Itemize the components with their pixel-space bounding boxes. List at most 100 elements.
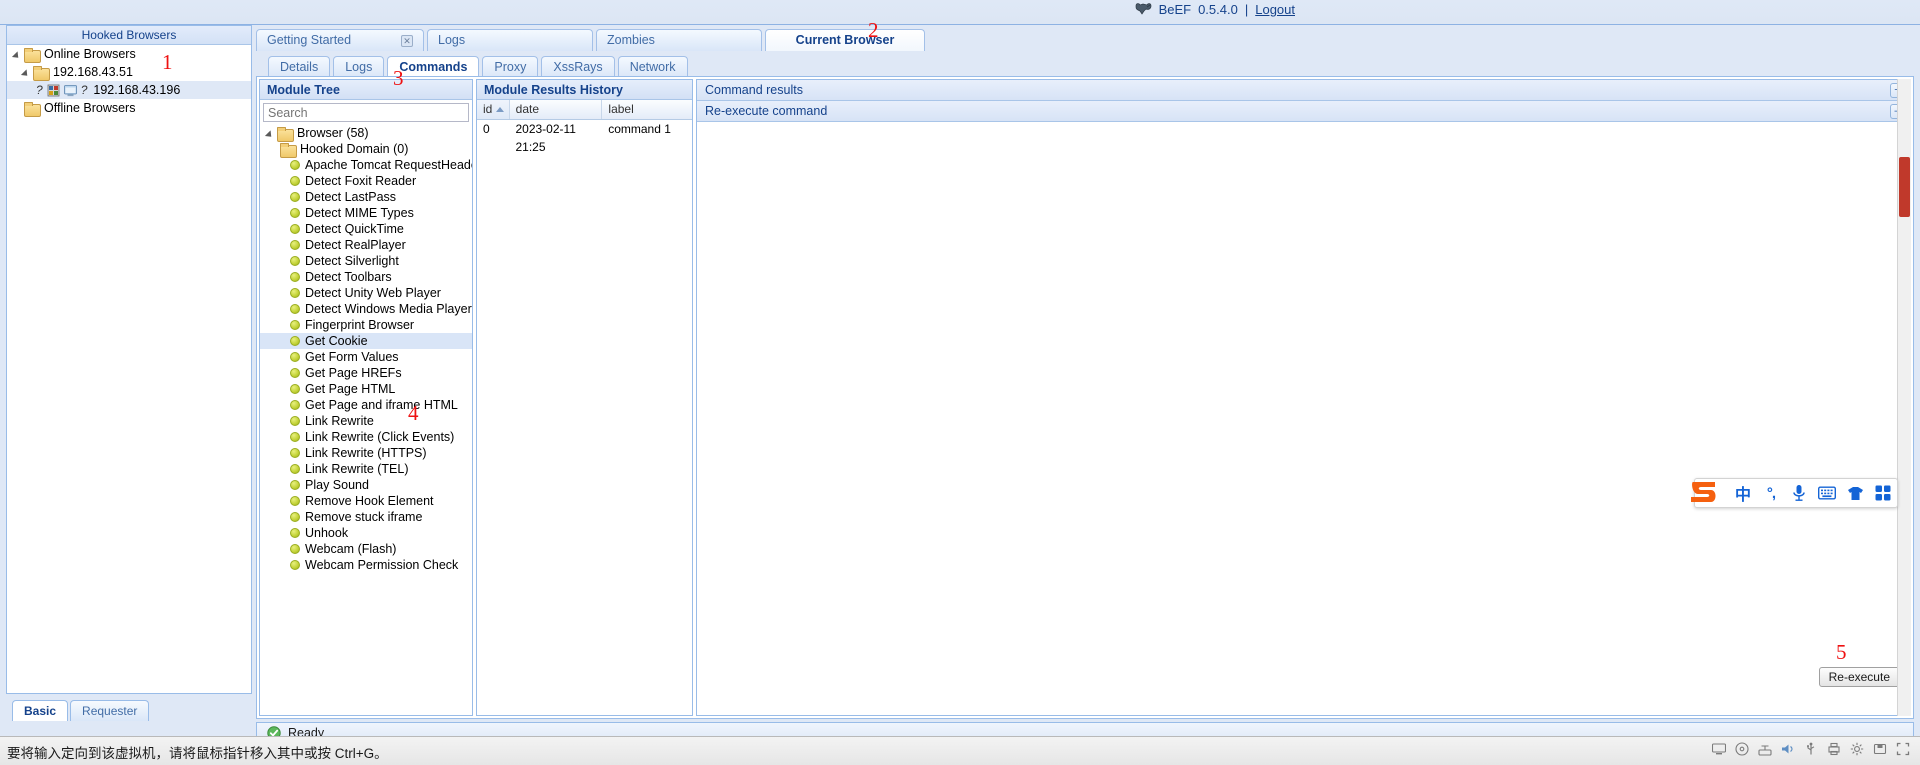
tab-logs[interactable]: Logs [427, 29, 593, 51]
sound-icon[interactable] [1781, 742, 1795, 756]
chinese-mode-icon[interactable]: 中 [1729, 479, 1757, 507]
module-tree-item[interactable]: Remove stuck iframe [260, 509, 472, 525]
content-vertical-scrollbar[interactable] [1897, 79, 1911, 716]
module-tree-item-label: Detect RealPlayer [305, 238, 406, 252]
module-tree-item-label: Get Cookie [305, 334, 368, 348]
module-tree-item[interactable]: Detect Windows Media Player [260, 301, 472, 317]
disc-icon[interactable] [1735, 742, 1749, 756]
beef-version: 0.5.4.0 [1198, 2, 1238, 17]
module-tree-item[interactable]: Detect Toolbars [260, 269, 472, 285]
network-icon[interactable] [1758, 742, 1772, 756]
tab-requester-label: Requester [82, 704, 138, 718]
apps-grid-icon[interactable] [1869, 479, 1897, 507]
module-tree-item[interactable]: Fingerprint Browser [260, 317, 472, 333]
tab-getting-started-label: Getting Started [267, 33, 352, 47]
expand-triangle-icon[interactable] [264, 127, 277, 140]
tab-basic-label: Basic [24, 704, 57, 718]
settings-icon[interactable] [1850, 742, 1864, 756]
module-tree-item[interactable]: Link Rewrite (TEL) [260, 461, 472, 477]
column-header-id[interactable]: id [477, 100, 510, 119]
usb-icon[interactable] [1804, 742, 1818, 756]
table-row[interactable]: 0 2023-02-11 21:25 command 1 [477, 120, 692, 154]
module-tree-item[interactable]: Remove Hook Element [260, 493, 472, 509]
close-icon[interactable]: ✕ [401, 34, 413, 47]
module-tree-item[interactable]: Link Rewrite (HTTPS) [260, 445, 472, 461]
beef-branding: BeEF 0.5.4.0 | Logout [1135, 2, 1295, 17]
module-tree-item[interactable]: Get Form Values [260, 349, 472, 365]
module-status-dot-icon [290, 208, 300, 218]
header-separator: | [1244, 2, 1249, 17]
subtab-details[interactable]: Details [268, 56, 331, 77]
tree-node-hooked-browser[interactable]: ? ? 192.168.43.196 [7, 81, 251, 99]
hooked-browsers-panel: Hooked Browsers Online Browsers 192.168.… [6, 25, 252, 694]
module-tree-item[interactable]: Unhook [260, 525, 472, 541]
module-tree-item-label: Unhook [305, 526, 349, 540]
subtab-xssrays[interactable]: XssRays [541, 56, 615, 77]
module-tree-item[interactable]: Link Rewrite [260, 413, 472, 429]
hooked-browsers-tree[interactable]: Online Browsers 192.168.43.51 ? ? 192.16… [7, 45, 251, 693]
search-input[interactable] [263, 103, 469, 122]
subtab-commands[interactable]: Commands [387, 56, 480, 77]
module-tree-item[interactable]: Detect QuickTime [260, 221, 472, 237]
module-status-dot-icon [290, 256, 300, 266]
tree-node-online-browsers[interactable]: Online Browsers [7, 45, 251, 63]
expand-triangle-icon[interactable] [20, 66, 33, 79]
sogou-logo-icon[interactable] [1685, 477, 1725, 510]
module-tree-item[interactable]: Detect LastPass [260, 189, 472, 205]
module-tree-item[interactable]: Detect Foxit Reader [260, 173, 472, 189]
fullscreen-icon[interactable] [1896, 742, 1910, 756]
removable-icon[interactable] [1873, 742, 1887, 756]
module-tree-item[interactable]: Get Page HREFs [260, 365, 472, 381]
reexecute-button[interactable]: Re-execute [1818, 667, 1900, 687]
display-icon[interactable] [1712, 742, 1726, 756]
module-tree-item[interactable]: Detect RealPlayer [260, 237, 472, 253]
module-tree-folder[interactable]: Browser (58) [260, 125, 472, 142]
tab-getting-started[interactable]: Getting Started ✕ [256, 29, 424, 51]
module-status-dot-icon [290, 304, 300, 314]
soft-keyboard-icon[interactable] [1813, 479, 1841, 507]
column-header-date[interactable]: date [510, 100, 603, 119]
tree-node-offline-browsers[interactable]: Offline Browsers [7, 99, 251, 117]
module-tree-item[interactable]: Apache Tomcat RequestHeader [260, 157, 472, 173]
module-tree-item[interactable]: Play Sound [260, 477, 472, 493]
module-tree-folder[interactable]: Hooked Domain (0) [260, 141, 472, 158]
sogou-ime-toolbar[interactable]: 中 °, [1691, 478, 1898, 508]
subtab-commands-label: Commands [399, 60, 468, 74]
vmware-message: 要将输入定向到该虚拟机，请将鼠标指针移入其中或按 Ctrl+G。 [7, 746, 388, 761]
module-tree-item[interactable]: Get Page and iframe HTML [260, 397, 472, 413]
tab-logs-label: Logs [438, 33, 466, 47]
module-tree-item[interactable]: Get Cookie [260, 333, 472, 349]
tab-current-browser-label: Current Browser [795, 33, 895, 47]
tab-current-browser[interactable]: Current Browser [765, 29, 925, 51]
column-header-label[interactable]: label [602, 100, 692, 119]
module-tree-item[interactable]: Link Rewrite (Click Events) [260, 429, 472, 445]
reexecute-command-header[interactable]: Re-execute command – [697, 101, 1910, 122]
module-status-dot-icon [290, 560, 300, 570]
module-status-dot-icon [290, 160, 300, 170]
punctuation-icon[interactable]: °, [1757, 479, 1785, 507]
tab-basic[interactable]: Basic [12, 700, 69, 721]
command-results-header[interactable]: Command results + [697, 80, 1910, 101]
module-tree-item[interactable]: Get Page HTML [260, 381, 472, 397]
expand-triangle-icon[interactable] [11, 48, 24, 61]
logout-link[interactable]: Logout [1255, 2, 1295, 17]
tab-zombies[interactable]: Zombies [596, 29, 762, 51]
tab-requester[interactable]: Requester [70, 700, 150, 721]
module-tree-item-label: Remove Hook Element [305, 494, 434, 508]
skin-icon[interactable] [1841, 479, 1869, 507]
microphone-icon[interactable] [1785, 479, 1813, 507]
subtab-network[interactable]: Network [617, 56, 688, 77]
subtab-proxy[interactable]: Proxy [482, 56, 539, 77]
scrollbar-thumb[interactable] [1899, 157, 1910, 217]
module-tree-item[interactable]: Detect Silverlight [260, 253, 472, 269]
module-tree-item[interactable]: Webcam (Flash) [260, 541, 472, 557]
module-tree-item-label: Detect Windows Media Player [305, 302, 472, 316]
module-tree-item[interactable]: Detect Unity Web Player [260, 285, 472, 301]
module-tree-item[interactable]: Detect MIME Types [260, 205, 472, 221]
module-tree-list[interactable]: Browser (58) Hooked Domain (0) Apache Tomc… [260, 125, 472, 715]
tree-node-host-ip[interactable]: 192.168.43.51 [7, 63, 251, 81]
printer-icon[interactable] [1827, 742, 1841, 756]
subtab-logs[interactable]: Logs [333, 56, 385, 77]
module-tree-item[interactable]: Webcam Permission Check [260, 557, 472, 573]
bull-icon [1135, 3, 1151, 15]
